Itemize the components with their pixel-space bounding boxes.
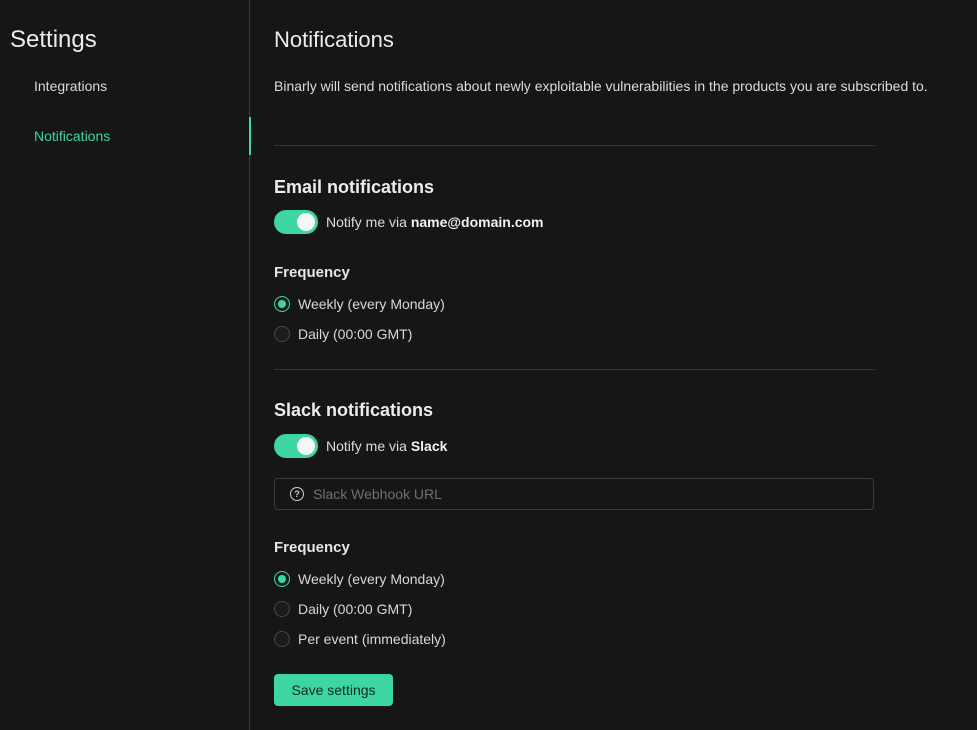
email-radio-daily[interactable]: Daily (00:00 GMT) (274, 324, 412, 344)
slack-section-title: Slack notifications (274, 400, 434, 420)
email-frequency-title: Frequency (274, 264, 350, 281)
slack-radio-weekly[interactable]: Weekly (every Monday) (274, 569, 445, 589)
slack-target: Slack (410, 438, 448, 454)
slack-webhook-input[interactable] (313, 486, 853, 502)
email-address: name@domain.com (410, 214, 544, 230)
radio-label: Daily (00:00 GMT) (298, 326, 413, 342)
divider (274, 145, 875, 146)
slack-toggle[interactable] (274, 434, 318, 458)
email-section-title: Email notifications (274, 177, 435, 197)
slack-toggle-label: Notify me via Slack (326, 438, 447, 454)
sidebar-item-notifications[interactable]: Notifications (0, 117, 251, 155)
slack-toggle-row: Notify me via Slack (274, 434, 447, 458)
divider (274, 369, 875, 370)
slack-webhook-field: ? (274, 478, 874, 510)
slack-frequency-title: Frequency (274, 539, 350, 556)
email-toggle-label: Notify me via name@domain.com (326, 214, 544, 230)
radio-button[interactable] (274, 631, 290, 647)
email-toggle-row: Notify me via name@domain.com (274, 210, 544, 234)
intro-text: Binarly will send notifications about ne… (274, 78, 928, 94)
email-toggle-prefix: Notify me via (326, 214, 407, 230)
radio-label: Per event (immediately) (298, 631, 446, 647)
save-settings-button[interactable]: Save settings (274, 674, 393, 706)
slack-radio-daily[interactable]: Daily (00:00 GMT) (274, 599, 412, 619)
sidebar-title: Settings (10, 26, 97, 53)
toggle-knob (297, 213, 315, 231)
radio-button[interactable] (274, 601, 290, 617)
sidebar: Settings Integrations Notifications (0, 0, 251, 730)
radio-label: Daily (00:00 GMT) (298, 601, 413, 617)
radio-label: Weekly (every Monday) (298, 571, 445, 587)
email-radio-weekly[interactable]: Weekly (every Monday) (274, 294, 445, 314)
radio-label: Weekly (every Monday) (298, 296, 445, 312)
question-circle-icon: ? (290, 487, 304, 501)
page-title: Notifications (274, 27, 394, 52)
toggle-knob (297, 437, 315, 455)
slack-radio-per-event[interactable]: Per event (immediately) (274, 629, 446, 649)
email-toggle[interactable] (274, 210, 318, 234)
radio-button[interactable] (274, 571, 290, 587)
slack-toggle-prefix: Notify me via (326, 438, 407, 454)
radio-button[interactable] (274, 326, 290, 342)
radio-button[interactable] (274, 296, 290, 312)
sidebar-item-integrations[interactable]: Integrations (0, 67, 250, 105)
